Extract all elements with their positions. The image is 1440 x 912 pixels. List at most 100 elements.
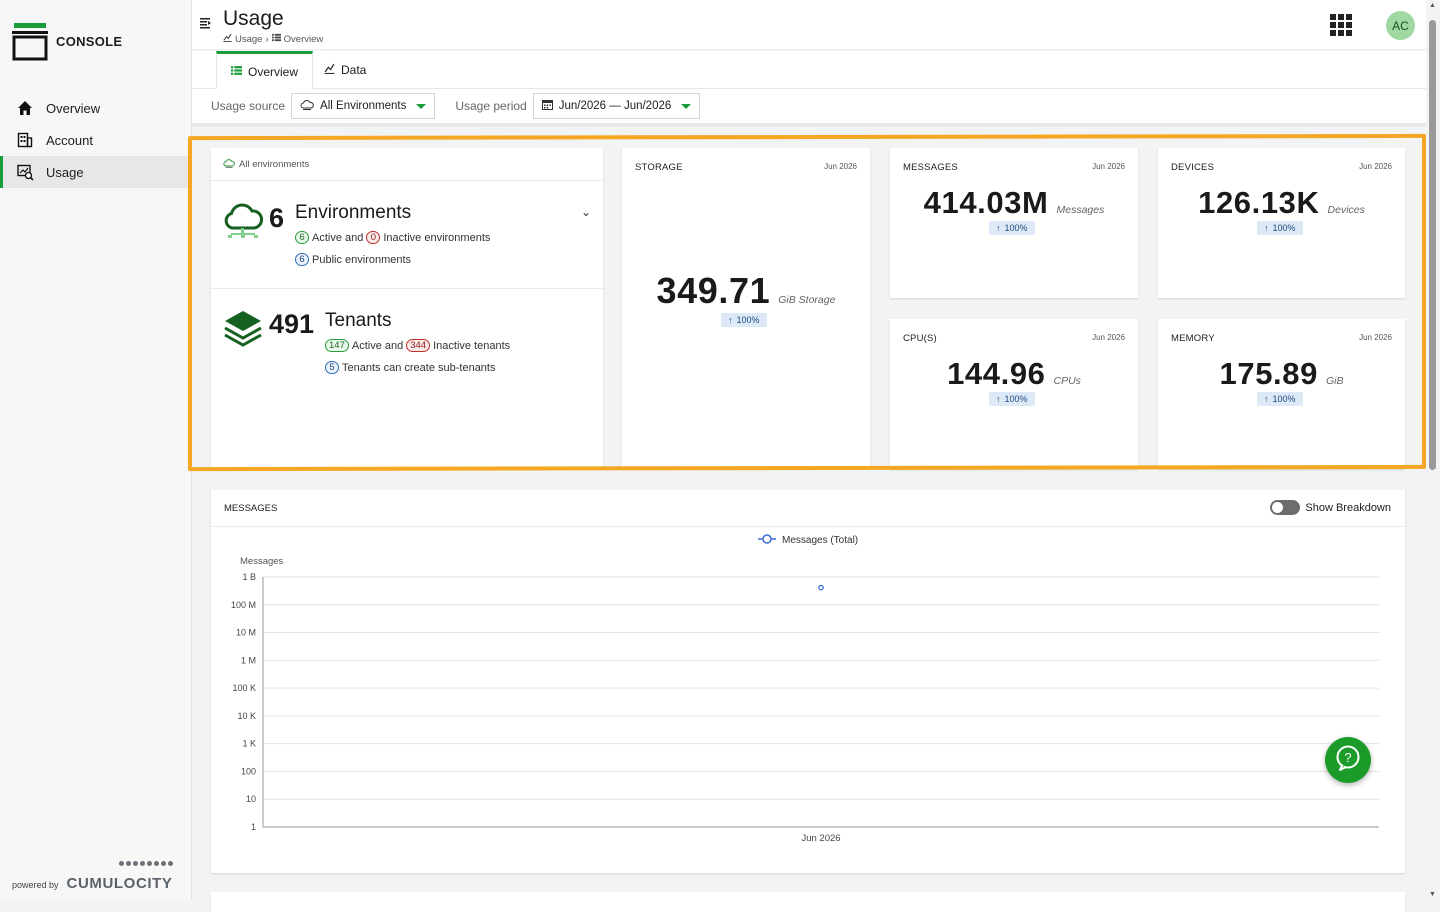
arrow-up-icon: ↑ (1264, 223, 1269, 233)
cpus-title: CPU(S) (903, 333, 937, 344)
cloud-icon (223, 158, 235, 171)
toggle-switch[interactable] (1270, 500, 1301, 515)
devices-card: DEVICES Jun 2026 126.13K Devices ↑ 100% (1158, 148, 1405, 298)
user-avatar[interactable]: AC (1386, 11, 1415, 40)
devices-unit: Devices (1327, 204, 1365, 216)
sidebar-item-label: Usage (46, 164, 84, 180)
tenants-section: 491 Tenants 147 Active and 344 Inactive … (211, 289, 603, 397)
legend-label: Messages (Total) (782, 535, 858, 546)
sidebar-nav: Overview Account Usage (0, 92, 191, 188)
chevron-down-icon[interactable]: ⌄ (581, 205, 591, 219)
brand[interactable]: CONSOLE (12, 20, 122, 62)
list-icon (231, 65, 242, 79)
arrow-up-icon: ↑ (1264, 394, 1269, 404)
stacked-layers-icon (223, 309, 263, 352)
memory-unit: GiB (1325, 375, 1344, 387)
scrollbar-thumb[interactable] (1429, 20, 1436, 470)
storage-title: STORAGE (635, 162, 683, 173)
usage-source-label: Usage source (211, 99, 286, 113)
cpus-unit: CPUs (1053, 375, 1081, 387)
chart-line-icon (324, 63, 335, 77)
sidebar-item-usage[interactable]: Usage (0, 156, 191, 188)
sidebar-item-label: Overview (46, 100, 101, 116)
cloud-network-icon (222, 201, 264, 246)
main-content: All environments 6 Environments ⌄ 6 Acti… (188, 131, 1426, 912)
environments-card-header: All environments (211, 148, 603, 181)
active-tenants-badge: 147 (325, 339, 349, 352)
usage-report-icon (16, 163, 34, 181)
chart-line-icon (223, 33, 232, 45)
menu-toggle-icon[interactable] (200, 17, 212, 32)
messages-value-row: 414.03M Messages (890, 185, 1138, 221)
y-tick-label: 100 (241, 766, 256, 776)
y-tick-label: 10 K (237, 711, 256, 721)
messages-change: 100% (1004, 223, 1028, 233)
tab-data[interactable]: Data (310, 51, 380, 89)
tab-overview[interactable]: Overview (216, 51, 314, 90)
devices-change: 100% (1272, 223, 1296, 233)
subtenants-badge: 5 (325, 361, 339, 374)
y-axis-title: Messages (240, 556, 284, 567)
sidebar-item-overview[interactable]: Overview (0, 92, 191, 124)
subtenants-line: 5 Tenants can create sub-tenants (325, 361, 495, 374)
breadcrumb-overview: Overview (283, 33, 324, 45)
messages-chart-title: MESSAGES (224, 502, 278, 514)
filter-bar: Usage source All Environments Usage peri… (192, 89, 1426, 127)
scroll-down-icon[interactable]: ▼ (1429, 891, 1436, 898)
environments-count: 6 (269, 203, 285, 233)
inactive-environments-text: Inactive environments (383, 231, 491, 244)
usage-period-select[interactable]: Jun/2026 — Jun/2026 (532, 93, 701, 119)
data-point (818, 584, 824, 591)
subtenants-text: Tenants can create sub-tenants (342, 361, 496, 374)
page-scrollbar[interactable]: ▲ ▼ (1429, 2, 1436, 898)
breadcrumb-usage-link[interactable]: Usage (235, 34, 262, 45)
active-environments-text: Active and (312, 231, 364, 244)
environments-card: All environments 6 Environments ⌄ 6 Acti… (211, 148, 603, 468)
app-switcher-icon[interactable] (1330, 14, 1352, 36)
sidebar-item-account[interactable]: Account (0, 124, 191, 156)
arrow-up-icon: ↑ (996, 394, 1001, 404)
messages-card: MESSAGES Jun 2026 414.03M Messages ↑ 100… (890, 148, 1138, 298)
list-icon (271, 33, 281, 45)
cpus-change: 100% (1004, 394, 1028, 404)
caret-down-icon (416, 103, 427, 109)
memory-card: MEMORY Jun 2026 175.89 GiB ↑ 100% (1158, 319, 1405, 469)
vendor-logo: CUMULOCITY (67, 861, 173, 892)
home-icon (16, 99, 34, 117)
storage-unit: GiB Storage (778, 294, 836, 306)
legend-point-marker (762, 534, 772, 544)
usage-period-value: Jun/2026 — Jun/2026 (558, 100, 672, 112)
memory-change-badge: ↑ 100% (1257, 392, 1303, 406)
messages-unit: Messages (1056, 204, 1105, 216)
memory-title: MEMORY (1171, 333, 1215, 344)
show-breakdown-toggle[interactable]: Show Breakdown (1270, 500, 1391, 515)
public-environments-badge: 6 (295, 253, 309, 266)
x-tick-label: Jun 2026 (801, 833, 840, 844)
storage-card: STORAGE Jun 2026 349.71 GiB Storage ↑ 10… (622, 148, 870, 468)
help-button[interactable]: ? (1325, 737, 1371, 783)
usage-source-select[interactable]: All Environments (291, 93, 436, 119)
y-tick-label: 1 K (242, 739, 256, 749)
messages-chart: Messages (Total) Messages 1 10 100 1 K 10 K 100… (231, 534, 1379, 844)
devices-title: DEVICES (1171, 162, 1215, 173)
messages-change-badge: ↑ 100% (989, 221, 1035, 235)
page-title: Usage (223, 7, 284, 30)
console-logo-icon (12, 21, 48, 61)
usage-period-label: Usage period (455, 99, 527, 113)
y-tick-label: 10 (246, 794, 256, 804)
cpus-value-row: 144.96 CPUs (890, 356, 1138, 392)
active-environments-badge: 6 (295, 231, 309, 244)
arrow-up-icon: ↑ (996, 223, 1001, 233)
y-tick-label: 10 M (236, 628, 256, 638)
active-tenants-text: Active and (351, 339, 404, 352)
y-tick-label: 1 B (242, 572, 256, 582)
arrow-up-icon: ↑ (728, 315, 733, 325)
tenants-status-line: 147 Active and 344 Inactive tenants (325, 339, 510, 352)
app-name: CONSOLE (56, 33, 123, 49)
memory-change: 100% (1272, 394, 1296, 404)
tenants-title: Tenants (325, 310, 392, 331)
public-environments-text: Public environments (312, 253, 412, 266)
storage-value: 349.71 (656, 270, 771, 311)
scroll-up-icon[interactable]: ▲ (1429, 2, 1436, 9)
messages-chart-card: MESSAGES Show Breakdown Messages (Total)… (211, 490, 1405, 873)
